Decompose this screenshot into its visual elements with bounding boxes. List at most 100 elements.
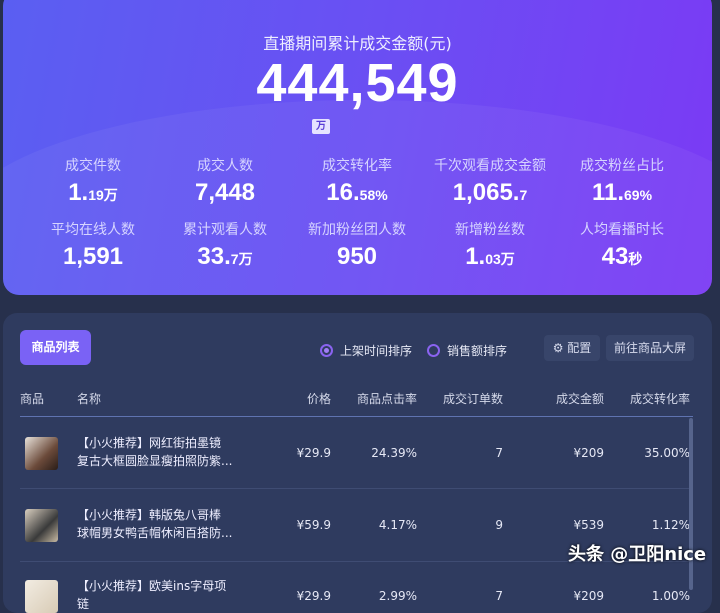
config-button[interactable]: ⚙ 配置: [544, 335, 600, 361]
stat-value-main: 1.: [68, 179, 89, 206]
config-label: 配置: [567, 341, 592, 355]
stat-item: 成交粉丝占比 11.69%: [552, 155, 692, 207]
stat-value-suffix: 03万: [485, 251, 515, 267]
stat-value: 1,065.7: [420, 179, 560, 207]
stat-value-main: 1.: [465, 243, 486, 270]
stat-value: 7,448: [155, 179, 295, 207]
stat-label: 人均看播时长: [580, 222, 664, 238]
col-price: 价格: [306, 392, 331, 406]
stat-value: 11.69%: [552, 179, 692, 207]
name-line: 链: [77, 597, 90, 611]
gear-icon: ⚙: [552, 341, 564, 355]
stat-item: 平均在线人数 1,591: [23, 219, 163, 271]
name-line: 【小火推荐】网红街拍墨镜: [77, 435, 222, 450]
sort-time-label: 上架时间排序: [340, 344, 413, 358]
col-orders: 成交订单数: [442, 392, 503, 406]
stat-value: 950: [287, 243, 427, 271]
stat-value-main: 950: [336, 243, 378, 270]
sort-by-sales-radio[interactable]: 销售额排序: [427, 342, 507, 359]
table-row[interactable]: 【小火推荐】欧美ins字母项链 ¥29.9 2.99% 7 ¥209 1.00%: [20, 562, 692, 613]
stat-value: 1,591: [23, 243, 163, 271]
stat-value-suffix: 7: [519, 187, 528, 203]
conversion-rate: 1.00%: [651, 589, 690, 603]
price: ¥29.9: [296, 445, 331, 460]
name-line: 【小火推荐】欧美ins字母项: [77, 579, 227, 593]
click-rate: 2.99%: [378, 589, 417, 603]
sales-amount: ¥539: [573, 517, 604, 532]
sales-amount: ¥209: [573, 445, 604, 460]
stat-item: 累计观看人数 33.7万: [155, 219, 295, 271]
stat-value: 1.19万: [23, 179, 163, 207]
stat-item: 成交件数 1.19万: [23, 155, 163, 207]
stat-value-main: 7,448: [194, 179, 256, 206]
sort-by-time-radio[interactable]: 上架时间排序: [320, 342, 412, 359]
order-count: 7: [495, 445, 503, 460]
col-ctr: 商品点击率: [356, 392, 417, 406]
total-amount: 444,549: [256, 53, 459, 113]
stat-label: 千次观看成交金额: [434, 158, 546, 174]
stat-item: 人均看播时长 43秒: [552, 219, 692, 271]
sort-sales-label: 销售额排序: [447, 344, 508, 358]
header-divider: [20, 416, 693, 417]
goto-product-screen-button[interactable]: 前往商品大屏: [606, 335, 694, 361]
stat-item: 新加粉丝团人数 950: [287, 219, 427, 271]
stat-value-main: 33.: [197, 243, 231, 270]
name-line: 【小火推荐】韩版兔八哥棒: [77, 507, 222, 522]
stat-label: 平均在线人数: [51, 222, 135, 238]
col-amount: 成交金额: [555, 392, 604, 406]
watermark: 头条 @卫阳nice: [568, 544, 707, 565]
stat-value: 16.58%: [287, 179, 427, 207]
product-panel: 商品列表 上架时间排序 销售额排序 ⚙ 配置 前往商品大屏 商品 名称 价格 商…: [3, 313, 712, 613]
stat-value: 1.03万: [420, 243, 560, 271]
product-name[interactable]: 【小火推荐】网红街拍墨镜 复古大框圆脸显瘦拍照防紫...: [77, 434, 237, 470]
col-cvr: 成交转化率: [629, 392, 690, 406]
stat-item: 新增粉丝数 1.03万: [420, 219, 560, 271]
price: ¥59.9: [296, 517, 331, 532]
stat-item: 成交人数 7,448: [155, 155, 295, 207]
conversion-rate: 35.00%: [644, 445, 690, 460]
col-name: 名称: [77, 392, 102, 406]
stat-label: 成交粉丝占比: [580, 158, 664, 174]
col-product: 商品: [20, 392, 45, 406]
sales-amount: ¥209: [573, 589, 604, 603]
stat-value-main: 1,065.: [452, 179, 520, 206]
order-count: 9: [495, 517, 503, 532]
stat-value-suffix: 7万: [230, 251, 253, 267]
price: ¥29.9: [296, 589, 331, 603]
summary-card: 直播期间累计成交金额(元) 444,549 万 成交件数 1.19万 成交人数 7,4…: [3, 0, 712, 295]
stat-label: 成交件数: [65, 158, 121, 174]
click-rate: 4.17%: [378, 517, 417, 532]
order-count: 7: [495, 589, 503, 603]
stat-label: 累计观看人数: [183, 222, 267, 238]
stat-value-main: 16.: [326, 179, 360, 206]
product-name[interactable]: 【小火推荐】欧美ins字母项链: [77, 577, 237, 613]
stat-label: 成交转化率: [322, 158, 392, 174]
name-line: 球帽男女鸭舌帽休闲百搭防...: [77, 525, 233, 540]
summary-title: 直播期间累计成交金额(元): [263, 34, 452, 53]
stat-value-main: 43: [601, 243, 629, 270]
click-rate: 24.39%: [371, 445, 417, 460]
stat-value-suffix: 69%: [624, 187, 653, 203]
stat-item: 千次观看成交金额 1,065.7: [420, 155, 560, 207]
stat-value-main: 1,591: [62, 243, 124, 270]
stat-value-suffix: 19万: [88, 187, 118, 203]
product-name[interactable]: 【小火推荐】韩版兔八哥棒 球帽男女鸭舌帽休闲百搭防...: [77, 506, 237, 542]
unit-badge: 万: [312, 119, 330, 134]
product-list-tab[interactable]: 商品列表: [20, 330, 91, 365]
product-thumbnail[interactable]: [25, 508, 58, 542]
table-row[interactable]: 【小火推荐】网红街拍墨镜 复古大框圆脸显瘦拍照防紫... ¥29.9 24.39%…: [20, 418, 692, 489]
name-line: 复古大框圆脸显瘦拍照防紫...: [77, 453, 233, 468]
product-thumbnail[interactable]: [25, 436, 58, 470]
stat-value-suffix: 秒: [628, 251, 643, 267]
stat-item: 成交转化率 16.58%: [287, 155, 427, 207]
stat-label: 新增粉丝数: [455, 222, 525, 238]
stat-value-main: 11.: [591, 179, 624, 206]
radio-unchecked-icon: [427, 344, 440, 357]
stat-value: 33.7万: [155, 243, 295, 271]
stat-label: 成交人数: [197, 158, 253, 174]
product-thumbnail[interactable]: [25, 580, 58, 613]
stat-value-suffix: 58%: [359, 187, 388, 203]
stat-label: 新加粉丝团人数: [308, 222, 406, 238]
stat-value: 43秒: [552, 243, 692, 271]
conversion-rate: 1.12%: [651, 517, 690, 532]
